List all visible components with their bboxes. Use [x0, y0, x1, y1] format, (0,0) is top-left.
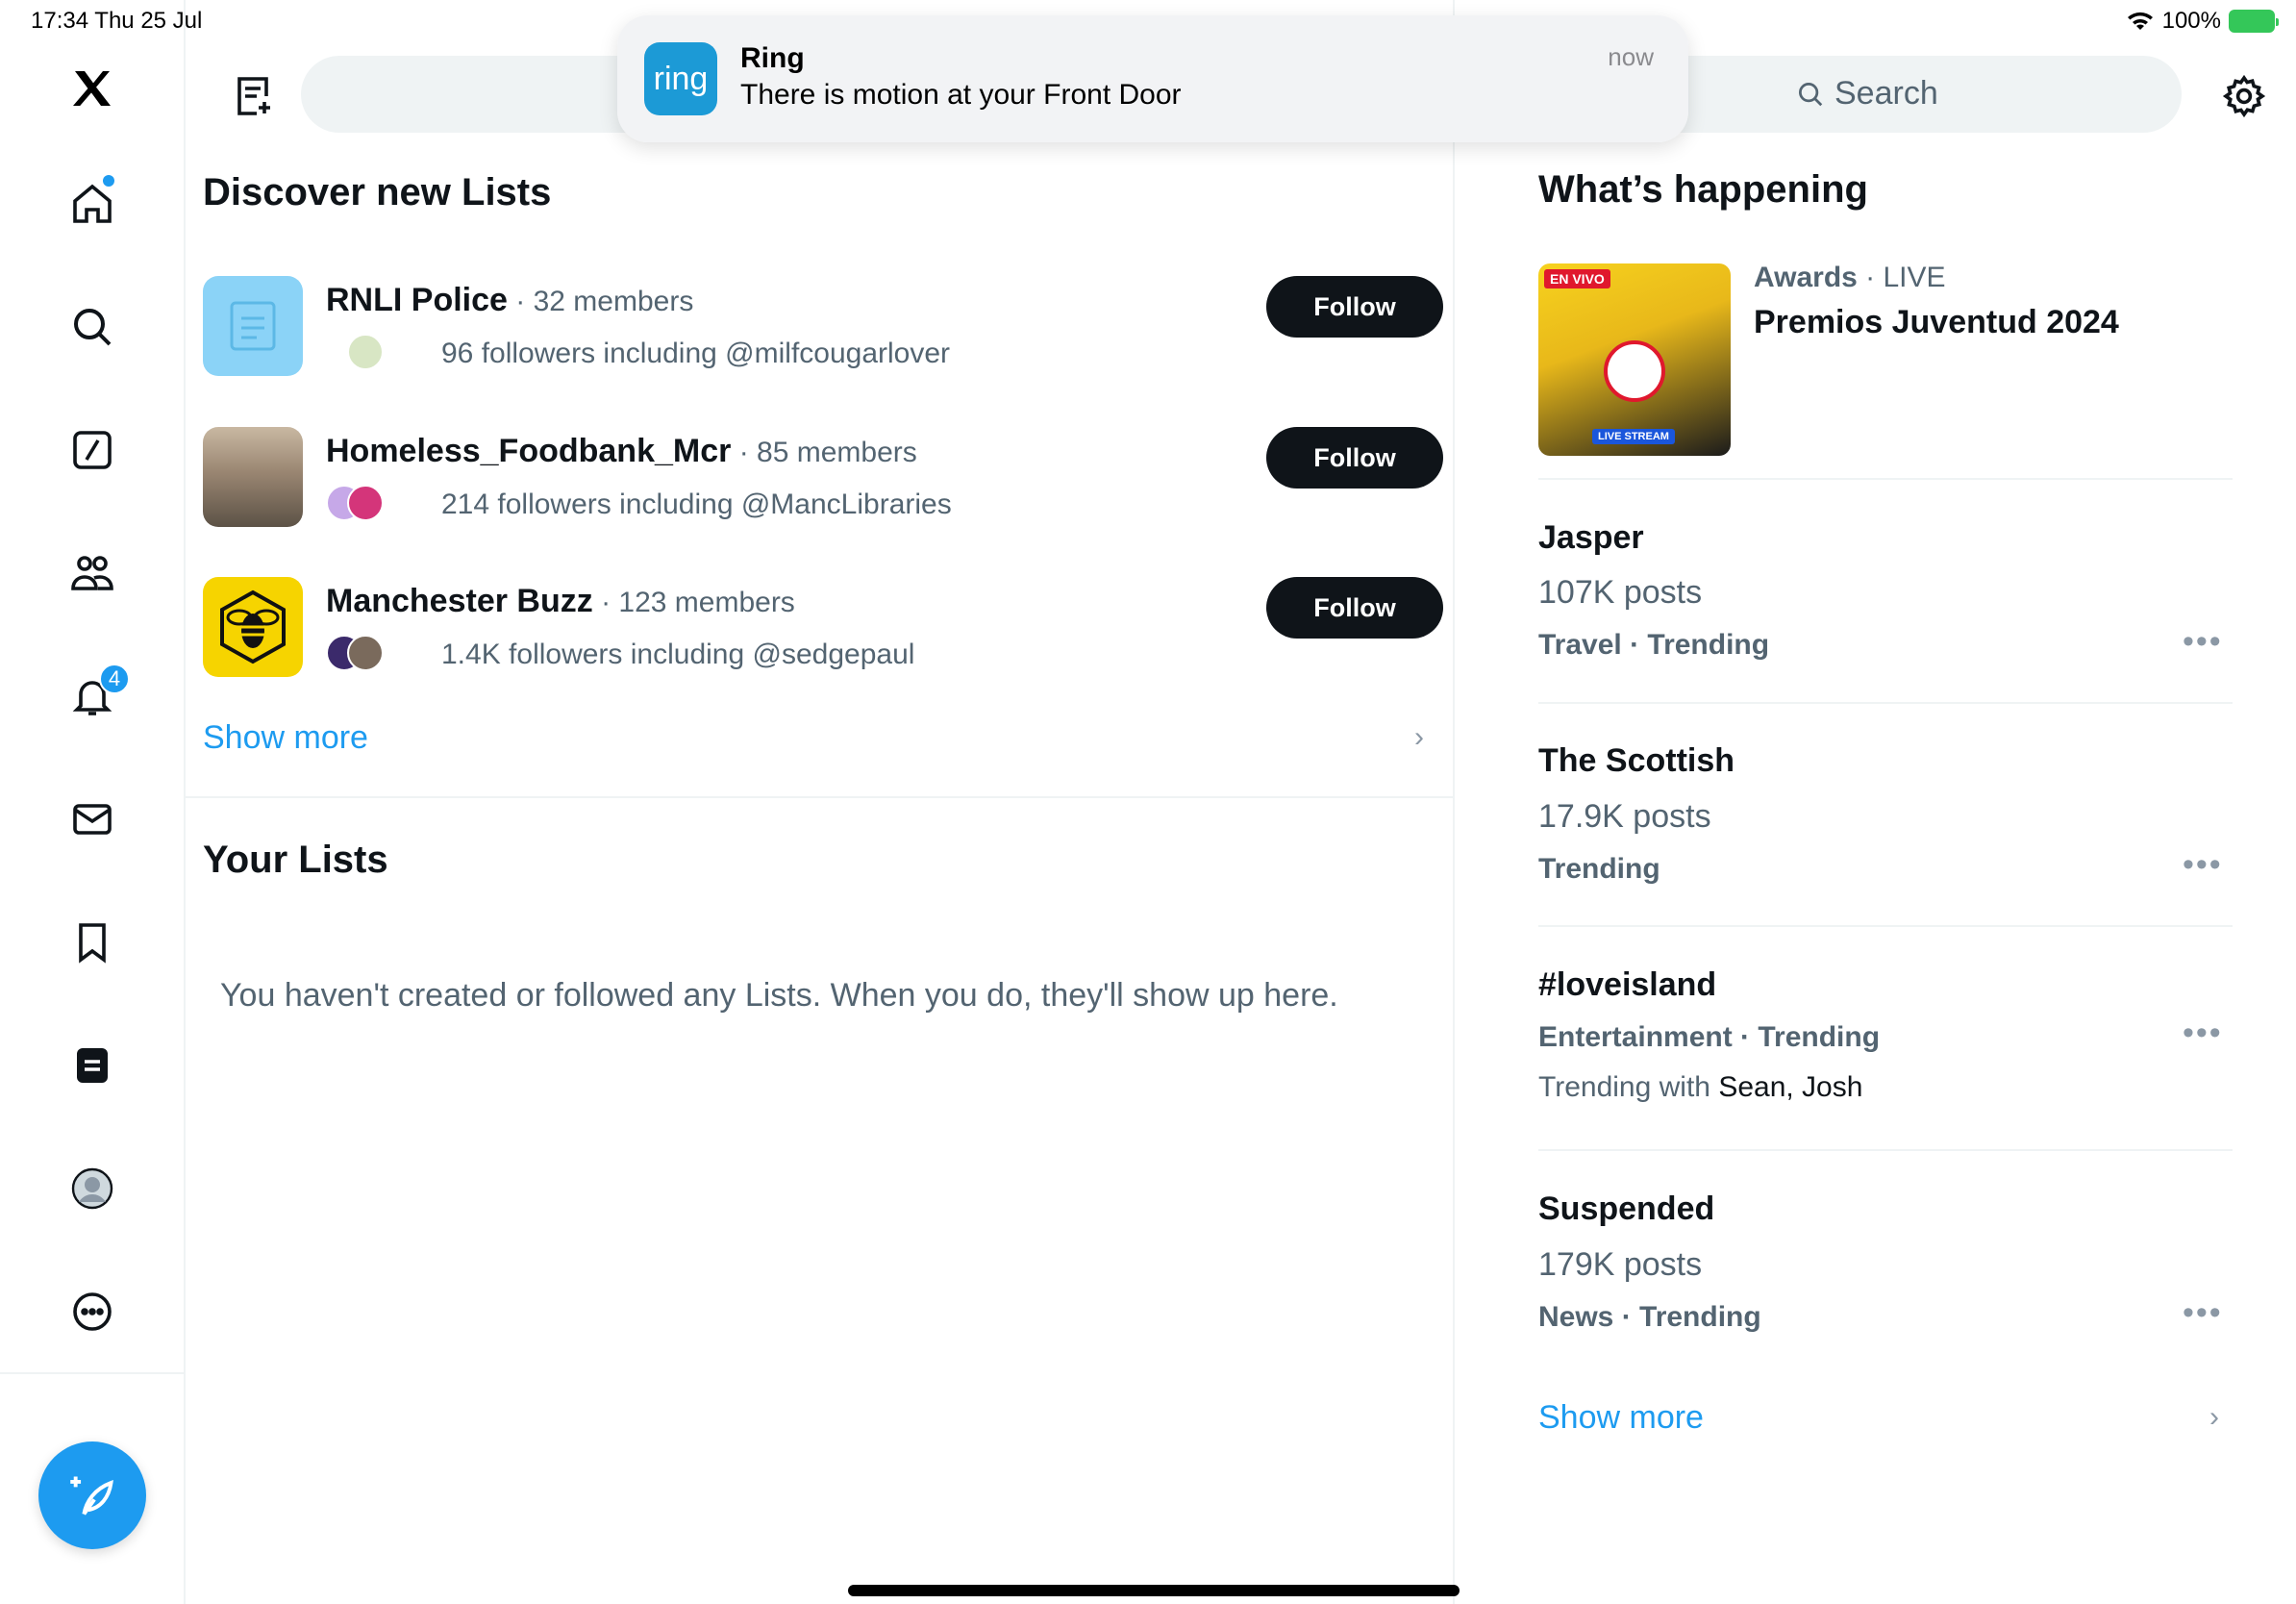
home-unread-dot [103, 175, 114, 187]
list-name[interactable]: Homeless_Foodbank_Mcr · 85 members [326, 433, 917, 470]
battery-percent: 100% [2161, 8, 2221, 34]
create-list-icon[interactable] [224, 67, 282, 125]
chevron-right-icon: › [2209, 1401, 2219, 1433]
featured-trend-name[interactable]: Premios Juventud 2024 [1754, 304, 2119, 341]
trend-category: Trending [1538, 853, 1660, 885]
compose-post-button[interactable] [38, 1441, 146, 1549]
follow-button[interactable]: Follow [1266, 276, 1443, 338]
discover-lists-title: Discover new Lists [203, 171, 552, 213]
follower-avatars [326, 635, 395, 673]
search-icon[interactable] [58, 292, 127, 362]
trend-posts: 107K posts [1538, 574, 1703, 611]
list-item[interactable]: RNLI Police · 32 members 96 followers in… [203, 276, 1443, 382]
list-thumbnail [203, 427, 303, 527]
notification-count-badge: 4 [99, 664, 130, 694]
list-followers: 96 followers including @milfcougarlover [441, 338, 951, 369]
wifi-icon [2127, 12, 2153, 30]
featured-live: · LIVE [1857, 262, 1946, 293]
trend-posts: 179K posts [1538, 1246, 1703, 1283]
more-dots-icon[interactable]: ••• [2183, 846, 2223, 884]
messages-icon[interactable] [58, 785, 127, 854]
communities-icon[interactable] [58, 539, 127, 608]
trend-with-prefix: Trending with [1538, 1071, 1719, 1103]
trend-with: Trending with Sean, Josh [1538, 1071, 1862, 1104]
ring-notification[interactable]: ring Ring There is motion at your Front … [617, 15, 1688, 142]
list-thumbnail [203, 577, 303, 677]
trends-show-more-link[interactable]: Show more [1538, 1399, 1704, 1437]
trend-name[interactable]: Suspended [1538, 1190, 1714, 1228]
section-divider [186, 796, 1455, 798]
follow-button[interactable]: Follow [1266, 577, 1443, 639]
list-item[interactable]: Homeless_Foodbank_Mcr · 85 members 214 f… [203, 427, 1443, 533]
home-indicator[interactable] [848, 1585, 1460, 1596]
list-item[interactable]: Manchester Buzz · 123 members 1.4K follo… [203, 577, 1443, 683]
list-thumbnail [203, 276, 303, 376]
trend-name[interactable]: #loveisland [1538, 966, 1716, 1004]
more-options-icon[interactable] [58, 1277, 127, 1346]
home-icon[interactable] [58, 169, 127, 238]
live-stream-badge: LIVE STREAM [1592, 429, 1675, 444]
your-lists-title: Your Lists [203, 839, 388, 881]
list-name[interactable]: RNLI Police · 32 members [326, 282, 693, 319]
notification-app-name: Ring [740, 42, 805, 74]
battery-icon [2229, 10, 2279, 33]
trend-name[interactable]: Jasper [1538, 519, 1644, 557]
trend-category: Entertainment · Trending [1538, 1021, 1881, 1053]
featured-trend-thumbnail[interactable]: EN VIVO LIVE STREAM [1538, 263, 1731, 456]
chevron-right-icon: › [1414, 721, 1424, 753]
left-nav: 4 [0, 0, 186, 1604]
list-name-text: RNLI Police [326, 282, 508, 318]
follower-avatars [326, 485, 395, 523]
list-members: · 85 members [731, 437, 917, 468]
list-members: · 123 members [592, 587, 795, 618]
search-icon [1799, 82, 1823, 106]
notification-time: now [1608, 42, 1654, 71]
pj-logo [1604, 340, 1665, 402]
notification-message: There is motion at your Front Door [740, 79, 1182, 111]
nav-divider [0, 1372, 186, 1374]
feather-plus-icon [70, 1476, 113, 1516]
settings-gear-icon[interactable] [2221, 73, 2267, 119]
search-placeholder: Search [1834, 75, 1938, 112]
lists-icon[interactable] [58, 1031, 127, 1100]
list-members: · 32 members [507, 286, 694, 317]
list-followers: 1.4K followers including @sedgepaul [441, 639, 915, 670]
more-dots-icon[interactable]: ••• [2183, 1294, 2223, 1332]
grok-icon[interactable] [58, 415, 127, 485]
list-name[interactable]: Manchester Buzz · 123 members [326, 583, 795, 620]
trend-divider [1538, 925, 2233, 927]
trend-with-names: Sean, Josh [1718, 1071, 1863, 1103]
trend-category: Travel · Trending [1538, 629, 1770, 661]
list-followers: 214 followers including @MancLibraries [441, 489, 952, 520]
bookmarks-icon[interactable] [58, 908, 127, 977]
list-name-text: Homeless_Foodbank_Mcr [326, 433, 732, 469]
trend-divider [1538, 1149, 2233, 1151]
more-dots-icon[interactable]: ••• [2183, 1015, 2223, 1052]
featured-category: Awards [1754, 262, 1858, 293]
bee-icon [220, 589, 286, 664]
trend-divider [1538, 478, 2233, 480]
main-column: Discover new Lists RNLI Police · 32 memb… [186, 0, 1455, 1604]
list-name-text: Manchester Buzz [326, 583, 593, 619]
trend-name[interactable]: The Scottish [1538, 742, 1734, 780]
follow-button[interactable]: Follow [1266, 427, 1443, 489]
ring-app-icon: ring [644, 42, 717, 115]
whats-happening-title: What’s happening [1538, 168, 1868, 211]
live-tag: EN VIVO [1544, 269, 1610, 288]
search-label[interactable]: Search [1796, 75, 1938, 113]
profile-avatar-icon[interactable] [58, 1154, 127, 1223]
trend-posts: 17.9K posts [1538, 798, 1711, 835]
your-lists-empty-message: You haven't created or followed any List… [220, 977, 1338, 1014]
follower-avatars [326, 334, 395, 372]
x-logo-icon[interactable] [58, 54, 127, 123]
trend-category: News · Trending [1538, 1301, 1761, 1333]
featured-trend-meta: Awards · LIVE [1754, 262, 1946, 294]
discover-show-more-link[interactable]: Show more [203, 719, 368, 757]
trend-divider [1538, 702, 2233, 704]
status-right: 100% [2126, 8, 2279, 35]
more-dots-icon[interactable]: ••• [2183, 623, 2223, 661]
